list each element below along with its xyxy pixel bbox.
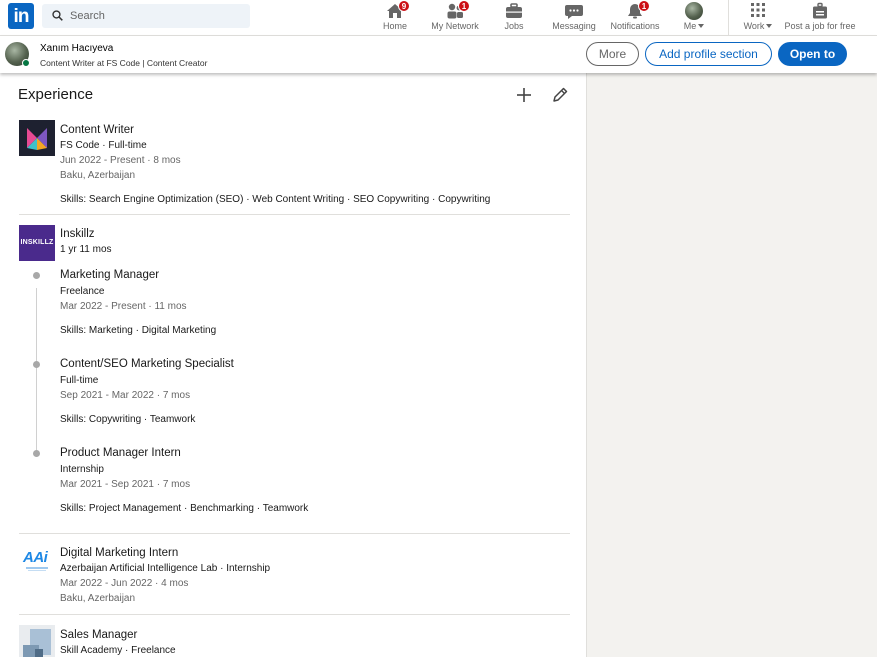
linkedin-logo[interactable]: in	[8, 3, 34, 29]
role-title[interactable]: Marketing Manager	[60, 269, 159, 281]
divider	[19, 533, 570, 534]
nav-work-label: Work	[743, 21, 765, 31]
inskillz-logo[interactable]: INSKILLZ	[19, 225, 55, 261]
skill-academy-logo[interactable]	[19, 625, 55, 657]
nav-divider	[728, 0, 729, 36]
skills-list: Search Engine Optimization (SEO) · Web C…	[88, 194, 491, 205]
nav-post-job[interactable]: Post a job for free	[782, 0, 858, 36]
nav-post-job-label: Post a job for free	[784, 21, 856, 31]
nav-notifications[interactable]: 1 Notifications	[608, 0, 662, 36]
search-input[interactable]	[70, 4, 240, 28]
experience-dates: Jun 2022 - Present · 8 mos	[60, 155, 181, 166]
company-name[interactable]: Inskillz	[60, 228, 95, 240]
chevron-down-icon	[698, 24, 705, 28]
skills-label: Skills:	[60, 503, 87, 514]
nav-home-label: Home	[382, 21, 407, 31]
timeline-line	[36, 288, 37, 455]
role-title[interactable]: Product Manager Intern	[60, 447, 181, 459]
role-dates: Sep 2021 - Mar 2022 · 7 mos	[60, 390, 191, 401]
nav-my-network-label: My Network	[431, 21, 479, 31]
skills-list: Marketing · Digital Marketing	[88, 325, 217, 336]
experience-title[interactable]: Sales Manager	[60, 629, 137, 641]
experience-location: Baku, Azerbaijan	[60, 593, 136, 604]
more-button[interactable]: More	[586, 42, 639, 66]
nav-me-label: Me	[683, 21, 697, 31]
nav-messaging[interactable]: Messaging	[550, 0, 598, 36]
divider	[19, 614, 570, 615]
skills-list: Copywriting · Teamwork	[88, 414, 196, 425]
right-rail	[588, 73, 877, 657]
role-title[interactable]: Content/SEO Marketing Specialist	[60, 358, 234, 370]
experience-company: Skill Academy · Freelance	[60, 645, 176, 656]
profile-name: Xanım Hacıyeva	[40, 43, 114, 54]
timeline-dot	[33, 450, 40, 457]
experience-company: FS Code · Full-time	[60, 140, 147, 151]
network-badge: 1	[458, 0, 470, 12]
role-dates: Mar 2021 - Sep 2021 · 7 mos	[60, 479, 191, 490]
avatar[interactable]	[5, 42, 30, 67]
timeline-dot	[33, 272, 40, 279]
open-to-button[interactable]: Open to	[778, 42, 847, 66]
grid-icon	[751, 3, 765, 17]
fs-code-logo[interactable]	[19, 120, 55, 156]
home-badge: 9	[398, 0, 410, 12]
messaging-icon	[565, 5, 583, 19]
online-status-dot	[22, 59, 30, 67]
search-box[interactable]	[42, 4, 250, 28]
search-icon	[52, 10, 63, 21]
add-icon[interactable]	[514, 85, 534, 105]
edit-pencil-icon[interactable]	[550, 85, 570, 105]
skills-list: Project Management · Benchmarking · Team…	[88, 503, 309, 514]
role-dates: Mar 2022 - Present · 11 mos	[60, 301, 187, 312]
skills-label: Skills:	[60, 414, 87, 425]
experience-card: Experience Content Writer FS Code · Full…	[0, 73, 587, 657]
chevron-down-icon	[766, 24, 773, 28]
add-profile-section-button[interactable]: Add profile section	[645, 42, 772, 66]
nav-work[interactable]: Work	[738, 0, 778, 36]
role-skills: Skills: Marketing · Digital Marketing	[60, 325, 216, 336]
nav-notifications-label: Notifications	[610, 21, 660, 31]
role-skills: Skills: Copywriting · Teamwork	[60, 414, 195, 425]
skills-label: Skills:	[60, 194, 87, 205]
profile-sticky-header: Xanım Hacıyeva Content Writer at FS Code…	[0, 36, 877, 73]
nav-me[interactable]: Me	[676, 0, 712, 36]
me-avatar	[685, 2, 703, 20]
experience-company: Azerbaijan Artificial Intelligence Lab ·…	[60, 563, 271, 574]
notifications-badge: 1	[638, 0, 650, 12]
skills-label: Skills:	[60, 325, 87, 336]
nav-messaging-label: Messaging	[552, 21, 596, 31]
top-nav: in 9 Home 1 My Network Jobs Messaging	[0, 0, 877, 36]
section-title: Experience	[18, 86, 94, 103]
experience-dates: Mar 2022 - Jun 2022 · 4 mos	[60, 578, 189, 589]
experience-location: Baku, Azerbaijan	[60, 170, 136, 181]
role-type: Freelance	[60, 286, 105, 297]
nav-home[interactable]: 9 Home	[376, 0, 414, 36]
company-duration: 1 yr 11 mos	[60, 244, 112, 255]
aai-logo-text: AAi	[23, 549, 48, 566]
nav-jobs-label: Jobs	[504, 21, 524, 31]
briefcase-icon	[506, 3, 522, 18]
post-job-icon	[813, 2, 827, 19]
experience-title[interactable]: Content Writer	[60, 124, 134, 136]
aai-lab-logo[interactable]: AAi	[19, 543, 55, 579]
nav-my-network[interactable]: 1 My Network	[428, 0, 482, 36]
role-skills: Skills: Project Management · Benchmarkin…	[60, 503, 308, 514]
experience-title[interactable]: Digital Marketing Intern	[60, 547, 178, 559]
nav-jobs[interactable]: Jobs	[498, 0, 530, 36]
profile-headline: Content Writer at FS Code | Content Crea…	[40, 58, 208, 68]
divider	[19, 214, 570, 215]
experience-skills: Skills: Search Engine Optimization (SEO)…	[60, 194, 490, 205]
timeline-dot	[33, 361, 40, 368]
role-type: Internship	[60, 464, 104, 475]
role-type: Full-time	[60, 375, 99, 386]
